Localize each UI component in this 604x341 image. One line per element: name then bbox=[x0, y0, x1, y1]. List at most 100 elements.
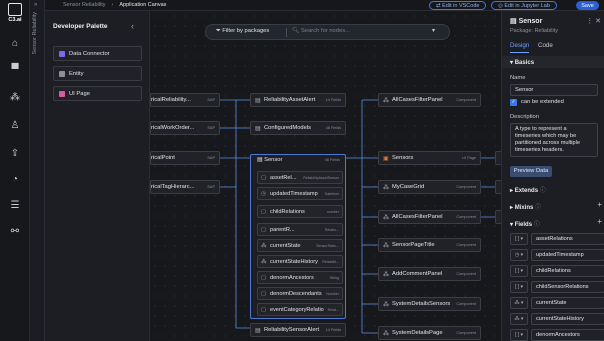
data-connector-icon bbox=[59, 51, 65, 57]
inspector-field-row[interactable]: [ ] ▾ childSensorRelations bbox=[510, 281, 604, 293]
ui-page-icon: ▣ bbox=[383, 156, 389, 162]
apps-icon[interactable]: ▀ bbox=[8, 64, 22, 76]
entity-icon bbox=[59, 71, 65, 77]
component-icon: ⁂ bbox=[383, 98, 389, 104]
breadcrumb-current: Application Canvas bbox=[119, 2, 167, 8]
app-strip-label: Sensor Reliability bbox=[32, 12, 38, 55]
filter-by-packages-button[interactable]: ⏷ Filter by packages bbox=[216, 28, 269, 35]
palette-item-label: Entity bbox=[69, 71, 84, 77]
canvas-node[interactable]: ▤ ConfiguredModels 48 Fields bbox=[250, 121, 346, 135]
component-icon: ⁂ bbox=[383, 243, 389, 249]
close-icon[interactable]: ⋮ ✕ bbox=[586, 17, 601, 25]
palette-item-label: Data Connector bbox=[69, 51, 110, 57]
field-row[interactable]: ◷ updatedTimestamp Datetime bbox=[257, 187, 343, 200]
edit-in-jupyter-button[interactable]: ◎ Edit in Jupyter Lab bbox=[491, 1, 557, 10]
application-canvas[interactable]: ⏷ Filter by packages 🔍︎ Search for nodes… bbox=[150, 11, 505, 341]
canvas-node[interactable]: ⁂ AllCasesFilterPanel Component bbox=[378, 93, 481, 107]
field-row[interactable]: ⁂ currentState SensorStatu... bbox=[257, 239, 343, 252]
canvas-node[interactable]: ▤ ReliabilitySensorAlert 14 Fields bbox=[250, 323, 346, 337]
basics-section-header[interactable]: ▾ Basics bbox=[502, 56, 604, 68]
inspector-field-row[interactable]: [ ] ▾ denormAncestors bbox=[510, 329, 604, 341]
gauge-icon[interactable]: ◔ bbox=[8, 174, 22, 186]
name-label: Name bbox=[510, 75, 526, 81]
inspector-field-row[interactable]: ⁂ ▾ currentStateHistory bbox=[510, 313, 604, 325]
canvas-node[interactable]: ricalTagHierarc... SAP bbox=[150, 180, 220, 194]
palette-item-entity[interactable]: Entity bbox=[53, 66, 142, 81]
component-icon: ⁂ bbox=[383, 331, 389, 337]
home-icon[interactable]: ⌂ bbox=[8, 38, 22, 50]
inspector-field-row[interactable]: [ ] ▾ assetRelations bbox=[510, 233, 604, 245]
preview-data-button[interactable]: Preview Data bbox=[510, 166, 552, 177]
app-strip: » Sensor Reliability bbox=[30, 0, 45, 341]
canvas-node[interactable]: ▣ Sensors UI Page bbox=[378, 151, 481, 165]
top-bar: Sensor Reliability › Application Canvas ⇄ … bbox=[45, 0, 604, 11]
palette-item-label: UI Page bbox=[69, 91, 90, 97]
ui-page-icon bbox=[59, 91, 65, 97]
component-icon: ⁂ bbox=[383, 215, 389, 221]
field-row[interactable]: ▢ eventCategoryRelatio Relat... bbox=[257, 303, 343, 316]
entity-icon: ▤ bbox=[255, 328, 261, 334]
inspector-field-row[interactable]: [ ] ▾ childRelations bbox=[510, 265, 604, 277]
c3-logo[interactable]: C3.ai bbox=[6, 3, 24, 25]
add-mixin-icon[interactable]: + bbox=[597, 200, 602, 209]
inspector-field-row[interactable]: ◷ ▾ updatedTimestamp bbox=[510, 249, 604, 261]
inspector-panel: ▤ Sensor Package: Reliability ⋮ ✕ Design… bbox=[501, 11, 604, 341]
canvas-node[interactable]: ▤ ReliabilityAssetAlert 14 Fields bbox=[250, 93, 346, 107]
chevron-down-icon[interactable]: ▾ bbox=[432, 27, 435, 34]
field-row[interactable]: ▢ denormAncestors String bbox=[257, 271, 343, 284]
sensor-node-title: ▤ Sensor bbox=[257, 157, 283, 163]
name-field[interactable]: Sensor bbox=[510, 84, 598, 96]
field-row[interactable]: ▢ childRelations number bbox=[257, 205, 343, 218]
extends-section-header[interactable]: ▸ Extends ⓘ bbox=[510, 185, 546, 194]
canvas-node[interactable]: ⁂ AddCommentPanel Component bbox=[378, 267, 481, 281]
node-search-input[interactable]: 🔍︎ Search for nodes... bbox=[292, 28, 350, 34]
can-be-extended-checkbox[interactable]: ✓ bbox=[510, 99, 517, 106]
icon-rail: C3.ai ⌂ ▀ ⁂ ♙ ⇪ ◔ ☰ ⚯ bbox=[0, 0, 30, 341]
edit-in-vscode-button[interactable]: ⇄ Edit in VSCode bbox=[429, 1, 487, 10]
canvas-node[interactable]: ⁂ AllCasesFilterPanel Component bbox=[378, 210, 481, 224]
inspector-subtitle: Package: Reliability bbox=[510, 28, 558, 34]
save-button[interactable]: Save bbox=[576, 1, 599, 10]
entity-icon: ▤ bbox=[255, 98, 261, 104]
canvas-node[interactable]: ⁂ SystemDetailsSensors Component bbox=[378, 297, 481, 311]
database-icon[interactable]: ☰ bbox=[8, 200, 22, 212]
entity-icon: ▤ bbox=[255, 126, 261, 132]
component-icon: ⁂ bbox=[383, 272, 389, 278]
field-row[interactable]: ▢ assetRel... ReliabilityAssetSensor bbox=[257, 171, 343, 184]
field-row[interactable]: ⁂ currentStateHistory Reliabilit... bbox=[257, 255, 343, 268]
breadcrumb-app[interactable]: Sensor Reliability bbox=[63, 2, 106, 8]
add-field-icon[interactable]: + bbox=[597, 217, 602, 226]
palette-item-data-connector[interactable]: Data Connector bbox=[53, 46, 142, 61]
sensor-node-selected[interactable]: ▤ Sensor 48 Fields ▢ assetRel... Reliabili… bbox=[250, 154, 346, 319]
inspector-title: ▤ Sensor bbox=[510, 18, 543, 25]
description-label: Description bbox=[510, 114, 539, 120]
share-icon[interactable]: ⚯ bbox=[8, 226, 22, 238]
canvas-node[interactable]: ⁂ SystemDetailsPage Component bbox=[378, 326, 481, 340]
fields-section-header[interactable]: ▾ Fields ⓘ bbox=[510, 219, 540, 228]
description-field[interactable]: A type to represent a timeseries which m… bbox=[510, 123, 598, 157]
user-icon[interactable]: ♙ bbox=[8, 120, 22, 132]
mixins-section-header[interactable]: ▸ Mixins ⓘ bbox=[510, 202, 541, 211]
palette-item-ui-page[interactable]: UI Page bbox=[53, 86, 142, 101]
canvas-node[interactable]: ricalWorkOrder... SAP bbox=[150, 121, 220, 135]
canvas-node[interactable]: ricalReliability... SAP bbox=[150, 93, 220, 107]
component-icon: ⁂ bbox=[383, 185, 389, 191]
canvas-node[interactable]: ricalPoint SAP bbox=[150, 151, 220, 165]
canvas-filter-bar: ⏷ Filter by packages 🔍︎ Search for nodes… bbox=[205, 24, 450, 40]
field-row[interactable]: ▢ parentR... Relatio... bbox=[257, 223, 343, 236]
upload-icon[interactable]: ⇪ bbox=[8, 148, 22, 160]
inspector-field-row[interactable]: ⁂ ▾ currentState bbox=[510, 297, 604, 309]
sensor-node-field-count: 48 Fields bbox=[324, 158, 340, 162]
nodes-icon[interactable]: ⁂ bbox=[8, 92, 22, 104]
logo-text: C3.ai bbox=[8, 17, 22, 23]
tab-design[interactable]: Design bbox=[510, 42, 530, 53]
can-be-extended-label: can be extended bbox=[521, 99, 564, 105]
canvas-node[interactable]: ⁂ MyCaseGrid Component bbox=[378, 180, 481, 194]
field-row[interactable]: ▢ denormDescendants Number bbox=[257, 287, 343, 300]
palette-title: Developer Palette bbox=[53, 23, 108, 30]
tab-code[interactable]: Code bbox=[538, 42, 553, 49]
breadcrumb: Sensor Reliability › Application Canvas bbox=[63, 2, 167, 8]
collapse-palette-icon[interactable]: ‹ bbox=[131, 21, 134, 31]
expand-chevron-icon[interactable]: » bbox=[34, 2, 37, 8]
canvas-node[interactable]: ⁂ SensorPageTitle Component bbox=[378, 238, 481, 252]
